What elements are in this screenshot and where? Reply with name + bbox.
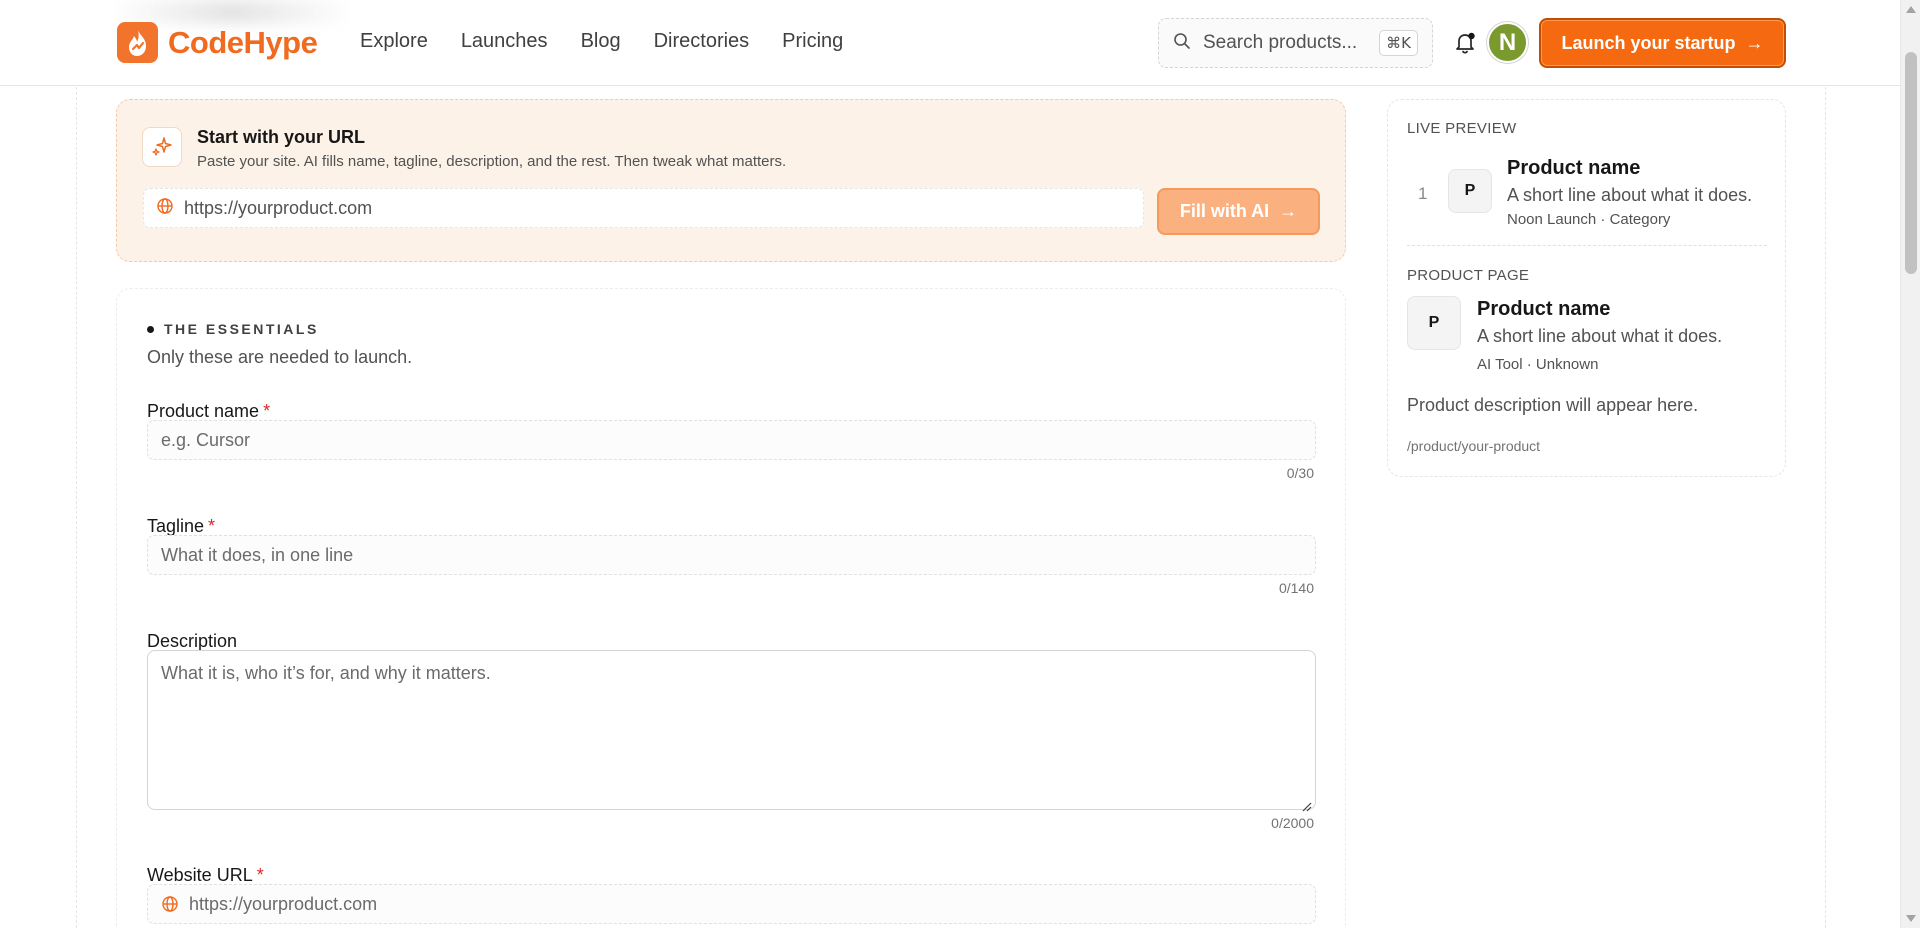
launch-label: Launch your startup xyxy=(1561,32,1736,53)
page-tagline: A short line about what it does. xyxy=(1477,326,1723,346)
tagline-placeholder: What it does, in one line xyxy=(161,544,354,565)
essentials-heading: THE ESSENTIALS xyxy=(147,321,319,337)
nav-explore[interactable]: Explore xyxy=(360,30,428,53)
tagline-input[interactable]: What it does, in one line xyxy=(147,535,1316,575)
bell-icon[interactable] xyxy=(1452,30,1478,56)
nav-directories[interactable]: Directories xyxy=(654,30,750,53)
page-scrollbar[interactable] xyxy=(1900,0,1920,928)
website-url-placeholder: https://yourproduct.com xyxy=(189,893,378,914)
tagline-counter: 0/140 xyxy=(1278,580,1314,596)
flame-logo-icon xyxy=(117,22,158,63)
search-icon xyxy=(1173,32,1191,55)
page-product-name: Product name xyxy=(1477,298,1611,320)
preview-divider xyxy=(1407,245,1767,246)
search-placeholder: Search products... xyxy=(1203,32,1358,53)
tagline-label: Tagline * xyxy=(147,516,215,537)
page-description: Product description will appear here. xyxy=(1407,395,1699,415)
nav-launches[interactable]: Launches xyxy=(461,30,548,53)
preview-thumbnail: P xyxy=(1448,169,1492,213)
arrow-right-icon: → xyxy=(1745,32,1764,53)
brand-logo[interactable]: CodeHype xyxy=(117,22,318,63)
autofill-url-placeholder: https://yourproduct.com xyxy=(184,197,373,218)
arrow-right-icon: → xyxy=(1279,201,1298,221)
website-url-label: Website URL * xyxy=(147,865,264,886)
preview-product-name: Product name xyxy=(1507,157,1641,179)
fill-label: Fill with AI xyxy=(1179,201,1270,221)
url-card-subtitle: Paste your site. AI fills name, tagline,… xyxy=(197,153,787,170)
sparkles-icon xyxy=(142,127,182,167)
product-page-label: PRODUCT PAGE xyxy=(1407,267,1530,284)
page-thumbnail: P xyxy=(1407,296,1461,350)
product-name-label: Product name * xyxy=(147,401,270,422)
brand-name: CodeHype xyxy=(168,24,318,60)
preview-tagline: A short line about what it does. xyxy=(1507,185,1753,205)
product-name-counter: 0/30 xyxy=(1286,465,1314,481)
bullet-dot-icon xyxy=(147,325,154,333)
product-name-input[interactable]: e.g. Cursor xyxy=(147,420,1316,460)
nav-pricing[interactable]: Pricing xyxy=(782,30,843,53)
autofill-url-input[interactable]: https://yourproduct.com xyxy=(143,188,1144,228)
url-card-title: Start with your URL xyxy=(197,127,366,147)
website-url-label-text: Website URL xyxy=(147,865,253,885)
main-nav: Explore Launches Blog Directories Pricin… xyxy=(360,30,843,53)
fill-with-ai-button[interactable]: Fill with AI → xyxy=(1157,188,1320,235)
required-mark: * xyxy=(208,516,216,536)
website-url-input[interactable]: https://yourproduct.com xyxy=(147,884,1316,924)
page-slug: /product/your-product xyxy=(1407,438,1541,454)
preview-rank: 1 xyxy=(1418,184,1428,203)
preview-meta: Noon Launch · Category xyxy=(1507,211,1671,228)
search-input[interactable]: Search products... ⌘K xyxy=(1158,18,1433,68)
required-mark: * xyxy=(263,401,271,421)
launch-startup-button[interactable]: Launch your startup → xyxy=(1539,18,1786,68)
search-shortcut: ⌘K xyxy=(1379,30,1418,56)
scroll-down-icon[interactable] xyxy=(1906,915,1916,922)
product-name-label-text: Product name xyxy=(147,401,260,421)
essentials-title: THE ESSENTIALS xyxy=(164,321,319,337)
description-placeholder: What it is, who it’s for, and why it mat… xyxy=(161,663,491,683)
url-autofill-card: Start with your URL Paste your site. AI … xyxy=(116,99,1346,262)
tagline-label-text: Tagline xyxy=(147,516,205,536)
description-label: Description xyxy=(147,631,238,651)
scroll-up-icon[interactable] xyxy=(1906,6,1916,13)
globe-icon xyxy=(156,197,174,220)
description-textarea[interactable]: What it is, who it’s for, and why it mat… xyxy=(147,650,1316,812)
scroll-thumb[interactable] xyxy=(1905,52,1917,274)
user-avatar[interactable]: N xyxy=(1487,22,1528,63)
essentials-subtitle: Only these are needed to launch. xyxy=(147,347,413,367)
essentials-card: THE ESSENTIALS Only these are needed to … xyxy=(116,288,1346,928)
live-preview-label: LIVE PREVIEW xyxy=(1407,120,1517,137)
required-mark: * xyxy=(256,865,264,885)
preview-panel: LIVE PREVIEW 1 P Product name A short li… xyxy=(1387,99,1786,477)
product-name-placeholder: e.g. Cursor xyxy=(161,429,251,450)
top-header: CodeHype Explore Launches Blog Directori… xyxy=(0,0,1900,86)
description-counter: 0/2000 xyxy=(1271,815,1314,831)
page-meta: AI Tool · Unknown xyxy=(1477,356,1599,373)
globe-icon xyxy=(161,895,179,913)
nav-blog[interactable]: Blog xyxy=(581,30,621,53)
header-blur-decoration xyxy=(112,0,352,24)
resize-handle-icon[interactable] xyxy=(1302,796,1312,812)
